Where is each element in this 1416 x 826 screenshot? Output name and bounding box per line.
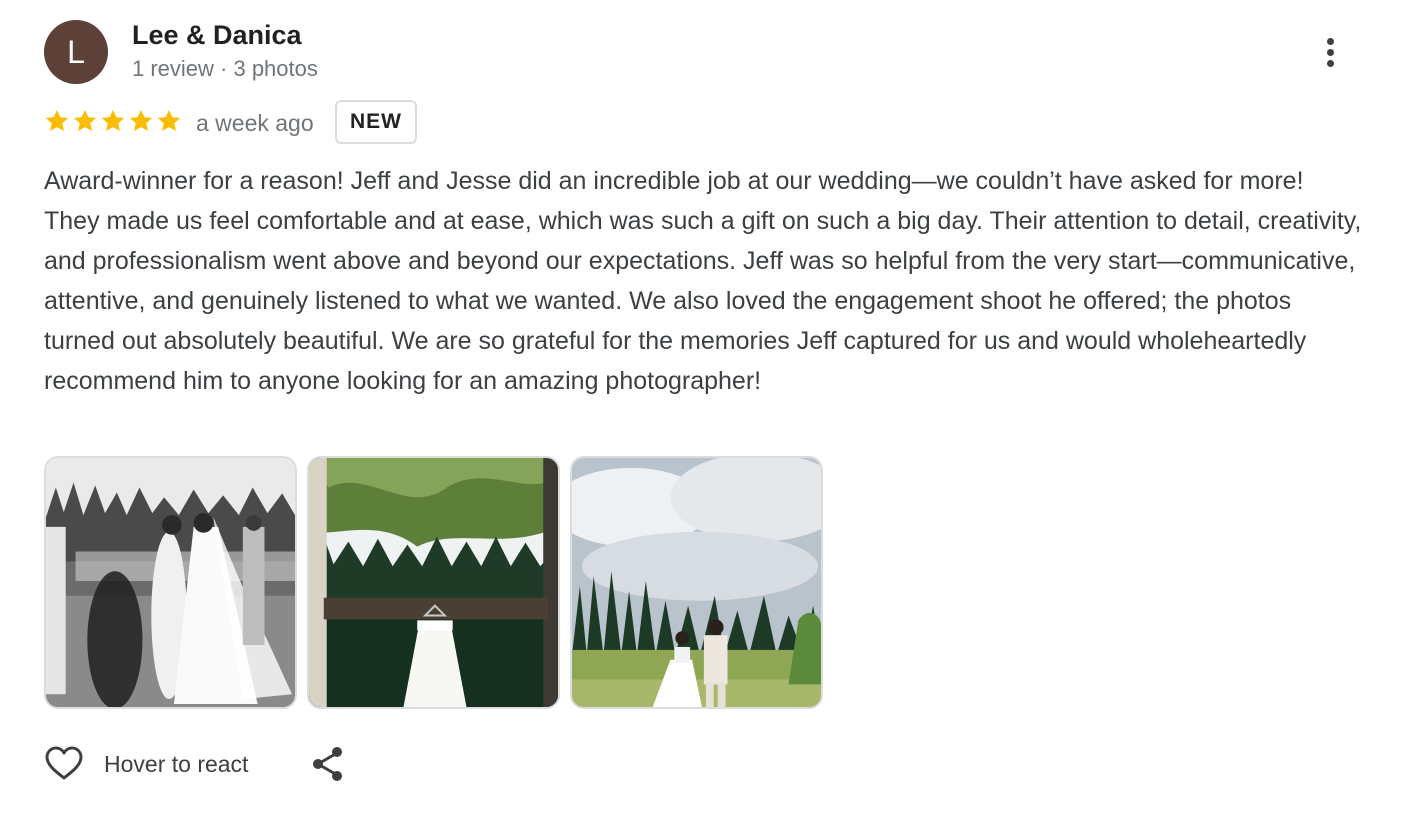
more-vert-icon xyxy=(1326,37,1334,45)
star-icon xyxy=(45,109,69,131)
photo-wedding-dress-hanging[interactable] xyxy=(307,456,560,709)
share-button[interactable] xyxy=(310,744,346,784)
react-label: Hover to react xyxy=(104,750,249,777)
review-actions: Hover to react xyxy=(44,740,346,788)
review-photos xyxy=(44,456,823,709)
photo-wedding-ceremony-bw[interactable] xyxy=(44,456,297,709)
star-rating xyxy=(44,108,182,136)
new-badge: NEW xyxy=(335,100,417,144)
photo-couple-in-meadow[interactable] xyxy=(570,456,823,709)
react-button[interactable]: Hover to react xyxy=(44,744,248,784)
review-text: Award-winner for a reason! Jeff and Jess… xyxy=(44,167,1362,395)
share-icon xyxy=(313,747,343,781)
star-icon xyxy=(129,109,153,131)
star-icon xyxy=(101,109,125,131)
more-options-button[interactable] xyxy=(1312,30,1348,74)
reviewer-name[interactable]: Lee & Danica xyxy=(132,18,302,52)
star-icon xyxy=(73,109,97,131)
review-date: a week ago xyxy=(196,110,314,136)
heart-icon xyxy=(45,746,83,780)
review-card: L Lee & Danica 1 review · 3 photos a wee… xyxy=(0,0,1416,826)
reviewer-meta: 1 review · 3 photos xyxy=(132,56,318,81)
avatar[interactable]: L xyxy=(44,20,108,84)
star-icon xyxy=(157,109,181,131)
